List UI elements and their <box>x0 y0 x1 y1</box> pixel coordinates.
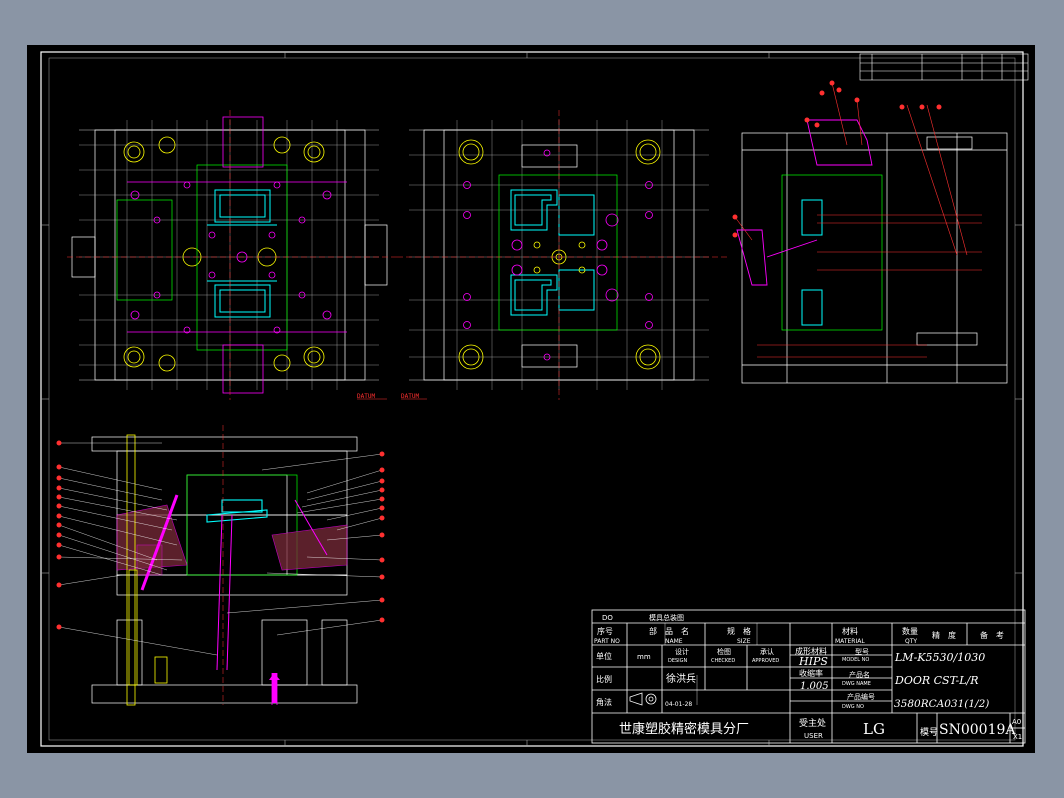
tb-client-en: USER <box>804 732 823 740</box>
tb-check-en: CHECKED <box>711 658 735 664</box>
tb-product-code-en: DWG NO <box>842 704 864 710</box>
tb-product-code-value: 3580RCA031(1/2) <box>894 698 989 710</box>
tb-molding-material-value: HIPS <box>798 655 828 668</box>
tb-model-no-value: LM-K5530/1030 <box>894 651 985 664</box>
inner-frame <box>48 57 1016 741</box>
tb-design-en: DESIGN <box>668 658 688 664</box>
front-section-view <box>56 425 385 706</box>
tb-product-name-cn: 产品名 <box>849 670 870 679</box>
tb-approve-en: APPROVED <box>752 658 779 664</box>
tb-col-no-cn: 序号 <box>597 626 613 636</box>
tb-client-cn: 受主处 <box>799 717 826 729</box>
tb-shrink-value: 1.005 <box>800 681 829 692</box>
tb-mold-no-label: 模号 <box>920 727 938 738</box>
tb-design-cn: 设计 <box>675 647 689 656</box>
tb-product-name-en: DWG NAME <box>842 681 871 687</box>
tb-col-no-en: PART NO <box>594 638 620 645</box>
tb-product-name-value: DOOR CST-L/R <box>894 674 979 687</box>
tb-mold-no-value: SN00019A <box>939 722 1016 738</box>
tb-col-size-en: SIZE <box>737 638 751 645</box>
sprue-marker <box>269 673 280 703</box>
tb-col-qty-en: QTY <box>905 638 917 645</box>
title-block: DO 模具总装图 序号 PART NO 部 品 名 NAME 规 格 SIZE … <box>591 609 1026 744</box>
projection-symbol-icon <box>629 692 657 706</box>
tb-col-size-cn: 规 格 <box>727 626 751 636</box>
plan-view-cavity-side: DATUM <box>397 110 727 400</box>
tb-check-cn: 检图 <box>717 647 731 656</box>
tb-col-material-en: MATERIAL <box>835 638 865 645</box>
outer-frame <box>40 51 1024 747</box>
plan-view-core-side: DATUM <box>67 110 397 400</box>
tb-header-do: DO <box>602 614 613 622</box>
tb-date: 04-01-28 <box>665 701 692 708</box>
tb-col-name-cn: 部 品 名 <box>649 626 689 636</box>
cad-drawing-canvas[interactable]: DATUM DATUM DO 模具总装图 序号 PART NO 部 品 名 NA… <box>27 45 1035 753</box>
frame-ticks <box>41 52 1023 746</box>
tb-unit-value: mm <box>637 653 651 661</box>
tb-header-title: 模具总装图 <box>649 613 684 622</box>
tb-angle-label: 角法 <box>596 697 612 707</box>
tb-sheet-index: X1 <box>1013 733 1022 741</box>
drawing-sheet: DATUM DATUM DO 模具总装图 序号 PART NO 部 品 名 NA… <box>27 45 1035 753</box>
tb-company-name: 世康塑胶精密模具分厂 <box>619 721 749 737</box>
tb-col-qty-cn: 数量 <box>902 626 918 636</box>
tb-model-no-cn: 型号 <box>855 647 869 656</box>
tb-col-precision: 精 度 <box>932 630 956 640</box>
tb-client-value: LG <box>863 720 885 738</box>
tb-designer: 徐洪兵 <box>666 672 696 685</box>
side-section-view <box>732 80 1008 384</box>
tb-product-code-cn: 产品编号 <box>847 692 875 701</box>
tb-model-no-en: MODEL NO <box>842 657 869 663</box>
tb-col-name-en: NAME <box>665 638 683 645</box>
tb-shrink-label: 收缩率 <box>799 668 823 678</box>
tb-approve-cn: 承认 <box>760 647 774 656</box>
tb-col-remark: 备 考 <box>980 630 1004 640</box>
tb-scale-label: 比例 <box>596 674 612 684</box>
tb-sheet-size: A0 <box>1012 718 1021 726</box>
tb-unit-label: 单位 <box>596 651 612 661</box>
tb-col-material-cn: 材料 <box>842 626 858 636</box>
